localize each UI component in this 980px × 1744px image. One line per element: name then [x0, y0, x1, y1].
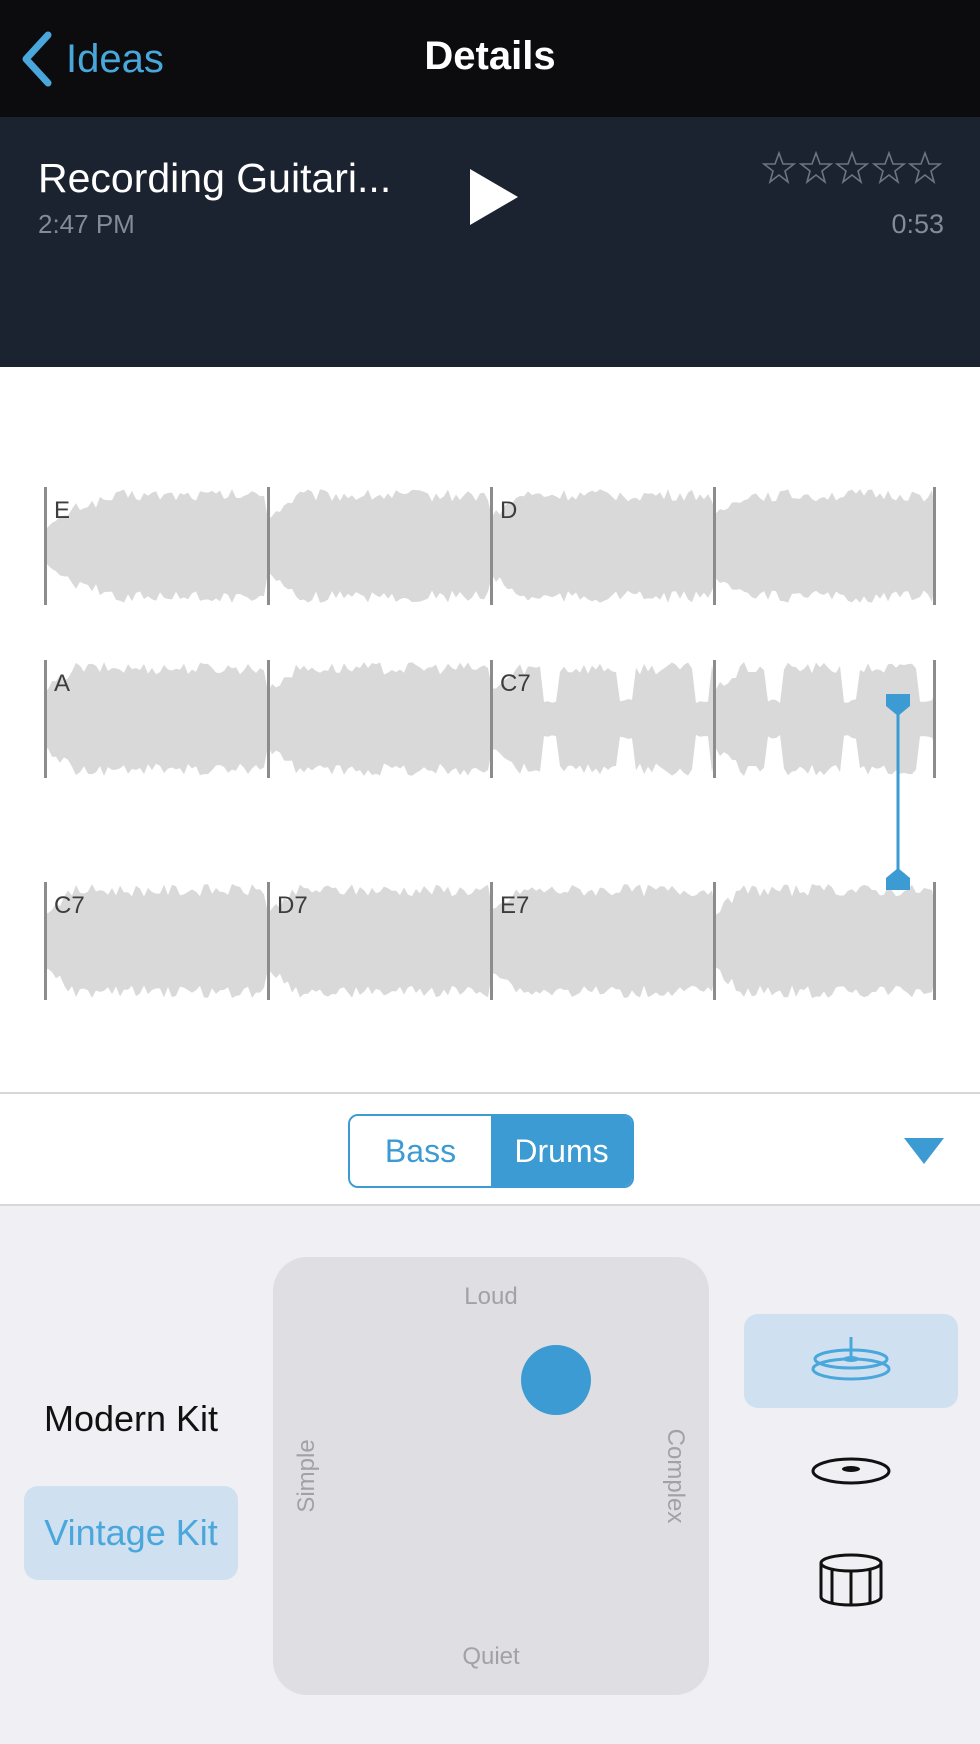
bar-divider: [713, 660, 716, 778]
chord-label: E7: [500, 892, 530, 919]
playhead[interactable]: [884, 692, 912, 892]
waveform-row[interactable]: A C7: [44, 660, 936, 778]
pad-label-quiet: Quiet: [462, 1643, 520, 1670]
bar-divider: [44, 487, 47, 605]
snare-drum-icon: [819, 1553, 883, 1607]
chord-label: A: [54, 670, 71, 697]
bar-divider: [267, 882, 270, 1000]
accompaniment-segmented-control[interactable]: Bass Drums: [348, 1114, 634, 1188]
bar-divider: [713, 882, 716, 1000]
chord-label: C7: [500, 670, 531, 697]
waveform-row[interactable]: ED: [44, 487, 936, 605]
snare-button[interactable]: [744, 1534, 958, 1628]
bar-divider: [933, 882, 936, 1000]
kit-vintage[interactable]: Vintage Kit: [24, 1486, 238, 1580]
bar-divider: [713, 487, 716, 605]
drum-xy-pad[interactable]: Loud Quiet Simple Complex: [273, 1257, 709, 1695]
star-icon[interactable]: [762, 151, 796, 185]
bar-divider: [490, 882, 493, 1000]
pad-label-loud: Loud: [464, 1283, 518, 1310]
star-rating[interactable]: [762, 151, 942, 185]
recording-time: 2:47 PM: [38, 209, 135, 239]
bar-divider: [44, 882, 47, 1000]
hi-hat-button[interactable]: [744, 1314, 958, 1408]
chord-label: E: [54, 497, 71, 524]
bar-divider: [490, 487, 493, 605]
recording-duration: 0:53: [891, 209, 944, 239]
pad-puck[interactable]: [521, 1344, 592, 1415]
bar-divider: [933, 660, 936, 778]
bar-divider: [44, 660, 47, 778]
chord-label: D7: [277, 892, 308, 919]
bar-divider: [933, 487, 936, 605]
cymbal-icon: [811, 1457, 891, 1485]
star-icon[interactable]: [908, 151, 942, 185]
waveform-area[interactable]: C7 D7 E7 A C7 E D: [0, 367, 980, 1092]
chord-label: C7: [54, 892, 85, 919]
chevron-down-icon[interactable]: [902, 1134, 946, 1168]
bar-divider: [267, 660, 270, 778]
page-title: Details: [424, 34, 556, 78]
pad-label-complex: Complex: [662, 1428, 689, 1524]
drum-panel: Modern Kit Vintage Kit Loud Quiet Simple…: [0, 1206, 980, 1744]
hi-hat-icon: [811, 1337, 891, 1381]
star-icon[interactable]: [835, 151, 869, 185]
recording-info-panel: Recording Guitari... 2:47 PM 0:53 4 4 Cm…: [0, 117, 980, 466]
kit-modern[interactable]: Modern Kit: [24, 1372, 238, 1466]
recording-title[interactable]: Recording Guitari...: [38, 155, 391, 202]
waveform-row[interactable]: C7 D7 E7: [44, 882, 936, 1000]
accompaniment-bar: Bass Drums: [0, 1092, 980, 1206]
tab-drums[interactable]: Drums: [491, 1116, 632, 1186]
navigation-bar: Ideas Details: [0, 0, 980, 117]
bar-divider: [490, 660, 493, 778]
play-button[interactable]: [466, 165, 522, 229]
bar-divider: [267, 487, 270, 605]
pad-label-simple: Simple: [293, 1439, 320, 1513]
cymbal-button[interactable]: [744, 1424, 958, 1518]
star-icon[interactable]: [798, 151, 833, 185]
chord-label: D: [500, 497, 518, 524]
star-icon[interactable]: [871, 151, 906, 185]
tab-bass[interactable]: Bass: [350, 1116, 491, 1186]
